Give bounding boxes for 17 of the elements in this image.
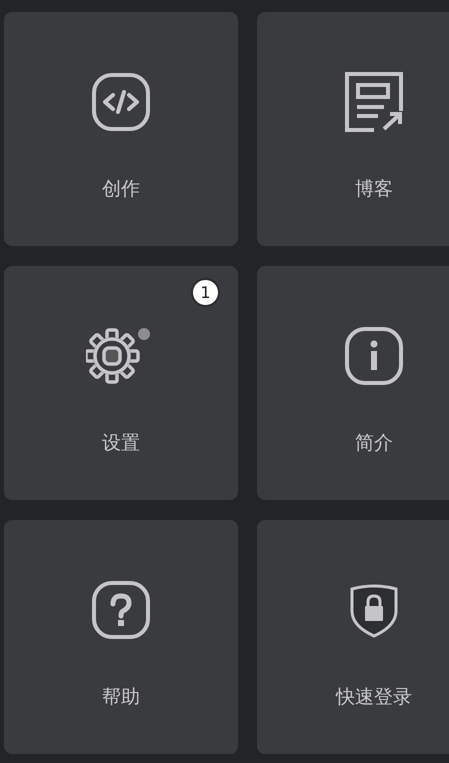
menu-tile[interactable]: 快速登录: [257, 520, 449, 754]
menu-tile[interactable]: 帮助: [4, 520, 238, 754]
tile-label: 简介: [355, 432, 393, 454]
menu-tile[interactable]: 创作: [4, 12, 238, 246]
tile-label: 博客: [355, 178, 393, 200]
help-icon: [91, 580, 151, 640]
info-icon: [344, 326, 404, 386]
document-arrow-icon: [344, 71, 404, 133]
tile-label: 帮助: [102, 686, 140, 708]
tile-label: 快速登录: [336, 686, 412, 708]
tile-label: 设置: [102, 432, 140, 454]
code-icon: [91, 72, 151, 132]
tile-label: 创作: [102, 178, 140, 200]
menu-tile[interactable]: 1 设置: [4, 266, 238, 500]
notification-badge: 1: [191, 278, 220, 307]
menu-tile[interactable]: 简介: [257, 266, 449, 500]
menu-tile[interactable]: 博客: [257, 12, 449, 246]
